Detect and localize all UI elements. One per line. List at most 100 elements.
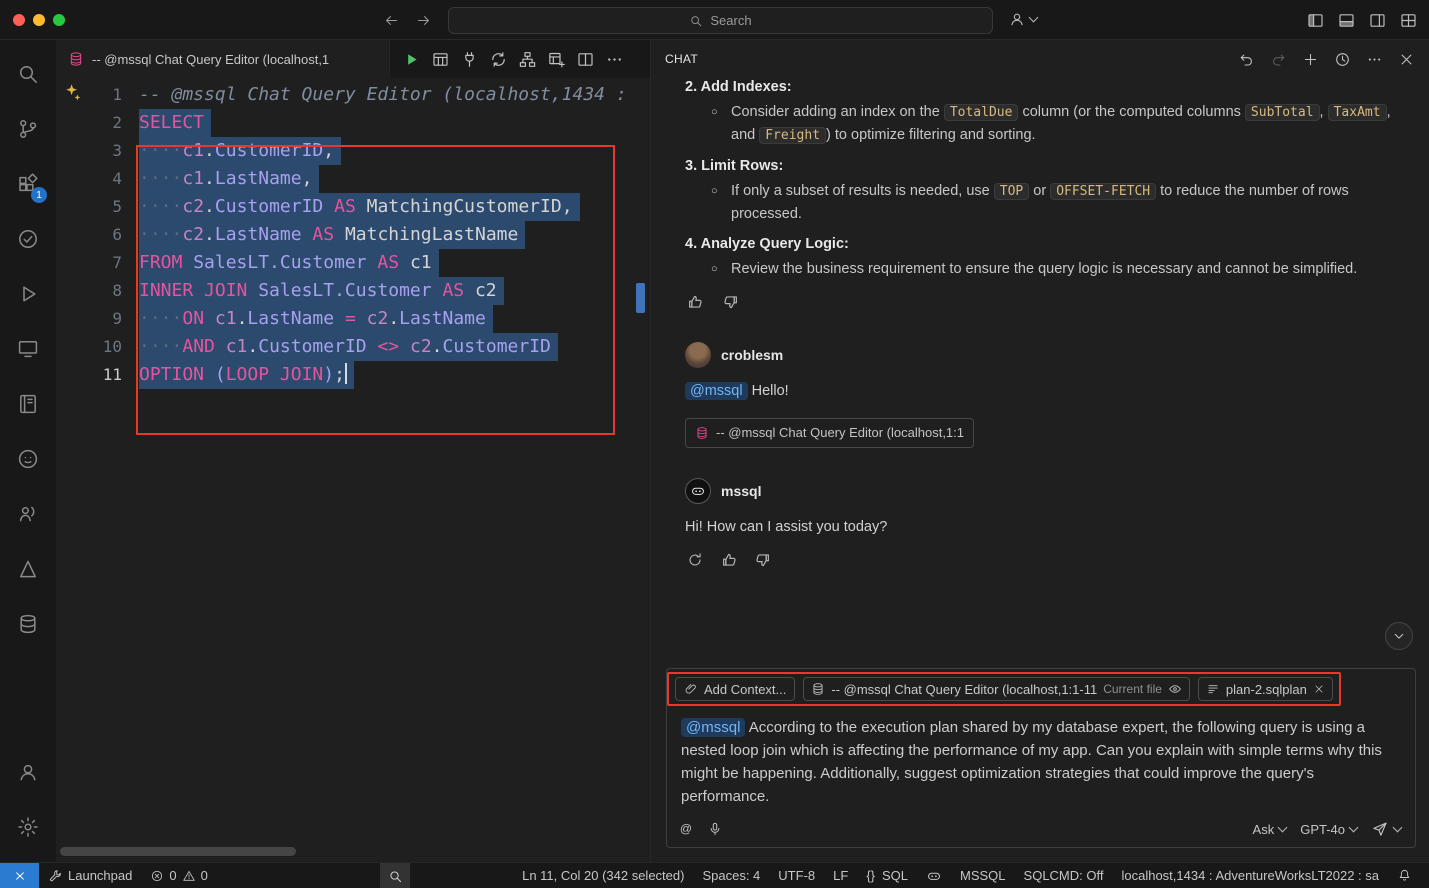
- close-button[interactable]: [1395, 48, 1417, 70]
- maximize-window-button[interactable]: [53, 14, 65, 26]
- editor-tab[interactable]: -- @mssql Chat Query Editor (localhost,1: [56, 40, 390, 78]
- chevron-down-icon: [1029, 13, 1039, 23]
- close-window-button[interactable]: [13, 14, 25, 26]
- code-line[interactable]: 7FROM SalesLT.Customer AS c1: [56, 249, 650, 277]
- context-chip[interactable]: plan-2.sqlplan: [1198, 677, 1333, 701]
- code-line[interactable]: 2SELECT: [56, 109, 650, 137]
- thumbs-up-button[interactable]: [719, 550, 739, 570]
- chat-input-text[interactable]: @mssql According to the execution plan s…: [667, 706, 1415, 808]
- thumbs-down-button[interactable]: [721, 292, 741, 312]
- mention-button[interactable]: @: [677, 820, 695, 838]
- sqlcmd-status[interactable]: SQLCMD: Off: [1015, 863, 1113, 888]
- send-button[interactable]: [1371, 820, 1401, 838]
- activity-item-azure[interactable]: [4, 541, 52, 596]
- activity-item-search[interactable]: [4, 46, 52, 101]
- notifications-bell[interactable]: [1388, 863, 1421, 888]
- thumbs-down-button[interactable]: [753, 550, 773, 570]
- launchpad-status[interactable]: Launchpad: [39, 863, 141, 888]
- redo-button[interactable]: [1267, 48, 1289, 70]
- code-line[interactable]: 4····c1.LastName,: [56, 165, 650, 193]
- new-chat-button[interactable]: [1299, 48, 1321, 70]
- code-line[interactable]: 8INNER JOIN SalesLT.Customer AS c2: [56, 277, 650, 305]
- code-line[interactable]: 11OPTION (LOOP JOIN);: [56, 361, 650, 389]
- mention-chip[interactable]: @mssql: [681, 718, 745, 737]
- regenerate-button[interactable]: [685, 550, 705, 570]
- results-grid-button[interactable]: [429, 48, 451, 70]
- more-button[interactable]: [1363, 48, 1385, 70]
- layout-right-button[interactable]: [1366, 9, 1388, 31]
- navigate-back-button[interactable]: [380, 9, 402, 31]
- activity-item-remote-explorer[interactable]: [4, 321, 52, 376]
- context-chip[interactable]: -- @mssql Chat Query Editor (localhost,1…: [803, 677, 1190, 701]
- remove-attachment-icon[interactable]: [1313, 683, 1325, 695]
- code-line[interactable]: 3····c1.CustomerID,: [56, 137, 650, 165]
- run-button[interactable]: [400, 48, 422, 70]
- history-button[interactable]: [1331, 48, 1353, 70]
- activity-item-accounts[interactable]: [4, 744, 52, 799]
- microphone-button[interactable]: [707, 821, 723, 837]
- chat-messages[interactable]: 2. Add Indexes:○Consider adding an index…: [651, 78, 1429, 668]
- add-context-button[interactable]: Add Context...: [675, 677, 795, 701]
- copilot-sparkle-icon[interactable]: [62, 82, 83, 103]
- split-editor-button[interactable]: [574, 48, 596, 70]
- mssql-status[interactable]: MSSQL: [951, 863, 1015, 888]
- layout-bottom-button[interactable]: [1335, 9, 1357, 31]
- activity-item-live-share[interactable]: [4, 486, 52, 541]
- activity-item-testing[interactable]: [4, 211, 52, 266]
- language-status[interactable]: {} SQL: [857, 863, 917, 888]
- scroll-to-bottom-button[interactable]: [1385, 622, 1413, 650]
- activity-item-run-debug[interactable]: [4, 266, 52, 321]
- code-line[interactable]: 6····c2.LastName AS MatchingLastName: [56, 221, 650, 249]
- eye-icon[interactable]: [1168, 682, 1182, 696]
- code-line[interactable]: 1-- @mssql Chat Query Editor (localhost,…: [56, 81, 650, 109]
- undo-button[interactable]: [1235, 48, 1257, 70]
- horizontal-scrollbar[interactable]: [60, 847, 296, 856]
- code-line[interactable]: 5····c2.CustomerID AS MatchingCustomerID…: [56, 193, 650, 221]
- list-heading: Analyze Query Logic:: [701, 236, 849, 252]
- code-token: AS: [302, 224, 345, 245]
- layout-left-button[interactable]: [1304, 9, 1326, 31]
- table-designer-button[interactable]: [545, 48, 567, 70]
- more-button[interactable]: [603, 48, 625, 70]
- text-run: Consider adding an index on the: [731, 104, 944, 120]
- estimated-plan-button[interactable]: [487, 48, 509, 70]
- activity-item-database[interactable]: [4, 596, 52, 651]
- command-center-search[interactable]: Search: [448, 7, 993, 34]
- problems-status[interactable]: 0 0: [141, 863, 216, 888]
- accounts-menu-button[interactable]: [1008, 10, 1037, 28]
- navigate-forward-button[interactable]: [412, 9, 434, 31]
- layout-grid-button[interactable]: [1397, 9, 1419, 31]
- launchpad-label: Launchpad: [68, 868, 132, 883]
- activity-item-notebook[interactable]: [4, 376, 52, 431]
- inline-code: Freight: [759, 127, 826, 144]
- activity-item-settings[interactable]: [4, 799, 52, 854]
- remote-indicator[interactable]: [0, 863, 39, 888]
- mode-selector[interactable]: Ask: [1253, 822, 1287, 837]
- connection-status[interactable]: localhost,1434 : AdventureWorksLT2022 : …: [1112, 863, 1388, 888]
- indentation-status[interactable]: Spaces: 4: [693, 863, 769, 888]
- overview-ruler-marker: [636, 283, 645, 313]
- attachment-pill[interactable]: -- @mssql Chat Query Editor (localhost,1…: [685, 418, 974, 448]
- minimize-window-button[interactable]: [33, 14, 45, 26]
- code-lines[interactable]: 1-- @mssql Chat Query Editor (localhost,…: [56, 81, 650, 389]
- zoom-button[interactable]: [380, 863, 410, 888]
- encoding-status[interactable]: UTF-8: [769, 863, 824, 888]
- copilot-status[interactable]: [917, 863, 951, 888]
- activity-item-source-control[interactable]: [4, 101, 52, 156]
- code-token: AS: [323, 196, 366, 217]
- activity-item-github[interactable]: [4, 431, 52, 486]
- user-message-header: croblesm: [685, 342, 1395, 368]
- code-token: ····: [139, 168, 182, 189]
- eol-status[interactable]: LF: [824, 863, 857, 888]
- connect-button[interactable]: [458, 48, 480, 70]
- mention-chip[interactable]: @mssql: [685, 382, 748, 400]
- model-selector[interactable]: GPT-4o: [1300, 822, 1357, 837]
- code-line[interactable]: 9····ON c1.LastName = c2.LastName: [56, 305, 650, 333]
- cursor-position-status[interactable]: Ln 11, Col 20 (342 selected): [513, 863, 693, 888]
- schema-designer-button[interactable]: [516, 48, 538, 70]
- code-editor[interactable]: 1-- @mssql Chat Query Editor (localhost,…: [56, 78, 650, 862]
- line-text: -- @mssql Chat Query Editor (localhost,1…: [139, 81, 627, 109]
- code-line[interactable]: 10····AND c1.CustomerID <> c2.CustomerID: [56, 333, 650, 361]
- activity-item-extensions[interactable]: 1: [4, 156, 52, 211]
- thumbs-up-button[interactable]: [685, 292, 705, 312]
